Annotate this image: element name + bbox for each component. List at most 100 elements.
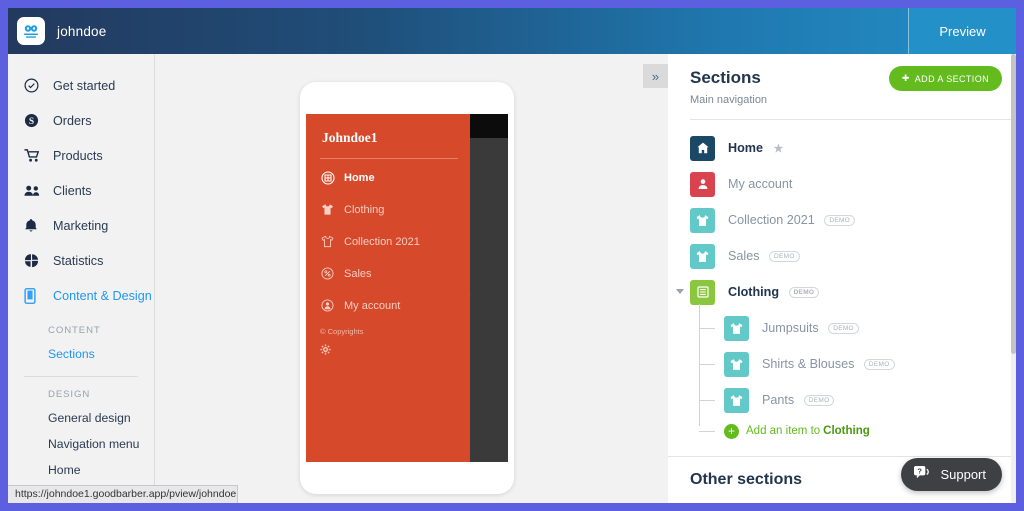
demo-badge: DEMO <box>863 359 895 370</box>
tree-branch-line <box>699 328 715 329</box>
default-section-star-icon: ★ <box>773 143 784 155</box>
demo-badge: DEMO <box>788 287 820 298</box>
sidebar-item-label: Content & Design <box>53 288 152 303</box>
app-frame: johndoe Preview Get started S Orders Pro… <box>8 8 1016 503</box>
phone-drawer-menu: Johndoe1 Home Clothing Collection 2021 S… <box>306 114 470 462</box>
svg-text:S: S <box>29 117 34 127</box>
drawer-item-label: Sales <box>344 267 372 280</box>
preview-button[interactable]: Preview <box>908 8 1016 54</box>
plus-circle-icon: + <box>724 423 739 439</box>
drawer-item-sales[interactable]: Sales <box>306 260 470 287</box>
demo-badge: DEMO <box>769 251 800 262</box>
drawer-item-collection-2021[interactable]: Collection 2021 <box>306 228 470 255</box>
support-label: Support <box>940 467 986 482</box>
sidebar-item-label: Products <box>53 148 103 163</box>
collapse-triangle-icon[interactable] <box>676 289 684 294</box>
sidebar-subitem-navigation-menu[interactable]: Navigation menu <box>8 431 154 457</box>
browser-status-url: https://johndoe1.goodbarber.app/pview/jo… <box>8 485 238 503</box>
sidebar-subitem-home[interactable]: Home <box>8 457 154 483</box>
shopping-cart-icon <box>24 148 44 163</box>
sidebar-item-marketing[interactable]: Marketing <box>8 208 154 243</box>
clothing-children: Jumpsuits DEMO Shirts & Blouses DEMO Pan… <box>690 304 1016 444</box>
sidebar-divider <box>24 376 138 377</box>
sidebar-item-orders[interactable]: S Orders <box>8 103 154 138</box>
left-sidebar: Get started S Orders Products Clients Ma… <box>8 54 155 503</box>
add-item-to-clothing-link[interactable]: + Add an item to Clothing <box>699 418 1016 444</box>
sidebar-group-heading-design: DESIGN <box>48 389 91 400</box>
tshirt-filled-icon <box>320 202 335 217</box>
demo-badge: DEMO <box>824 215 856 226</box>
tshirt-icon <box>724 387 749 413</box>
tree-branch-line <box>699 431 715 432</box>
chat-question-icon: ? <box>913 465 932 485</box>
preview-area: 1 Johndoe1 Home Clothing <box>155 54 643 503</box>
add-section-label: ADD A SECTION <box>914 73 989 84</box>
drawer-item-label: Home <box>344 171 375 184</box>
tshirt-icon <box>724 351 749 377</box>
brand-name: johndoe <box>57 23 107 39</box>
section-label: Clothing DEMO <box>728 285 820 299</box>
sidebar-item-products[interactable]: Products <box>8 138 154 173</box>
drawer-item-home[interactable]: Home <box>306 164 470 191</box>
drawer-item-my-account[interactable]: My account <box>306 292 470 319</box>
section-row-pants[interactable]: Pants DEMO <box>699 382 1016 418</box>
drawer-item-clothing[interactable]: Clothing <box>306 196 470 223</box>
panel-collapse-button[interactable]: » <box>643 64 668 88</box>
sidebar-item-label: Get started <box>53 78 116 93</box>
home-icon <box>690 135 715 161</box>
drawer-item-label: Clothing <box>344 203 385 216</box>
tree-branch-line <box>699 364 715 365</box>
sidebar-item-statistics[interactable]: Statistics <box>8 243 154 278</box>
section-row-collection-2021[interactable]: Collection 2021 DEMO <box>690 202 1016 238</box>
list-icon <box>690 279 715 305</box>
section-row-sales[interactable]: Sales DEMO <box>690 238 1016 274</box>
sidebar-subitem-general-design[interactable]: General design <box>8 405 154 431</box>
page-subtitle: Main navigation <box>690 94 768 106</box>
sidebar-group-heading-content: CONTENT <box>48 325 101 336</box>
user-icon <box>690 171 715 197</box>
percent-circle-icon <box>320 266 335 281</box>
section-row-clothing[interactable]: Clothing DEMO <box>676 274 1016 310</box>
pie-chart-icon <box>24 253 44 268</box>
add-item-label: Add an item to <box>746 425 821 437</box>
section-row-jumpsuits[interactable]: Jumpsuits DEMO <box>699 310 1016 346</box>
sidebar-item-get-started[interactable]: Get started <box>8 68 154 103</box>
drawer-title: Johndoe1 <box>322 130 378 145</box>
bell-icon <box>24 218 44 233</box>
section-row-my-account[interactable]: My account <box>690 166 1016 202</box>
gear-icon[interactable] <box>306 342 470 360</box>
sidebar-subitem-sections[interactable]: Sections <box>8 341 154 367</box>
sidebar-item-label: Orders <box>53 113 92 128</box>
add-item-target: Clothing <box>823 425 870 437</box>
sections-panel: Sections Main navigation ✚ ADD A SECTION… <box>668 54 1016 503</box>
tshirt-icon <box>724 315 749 341</box>
sidebar-item-label: Marketing <box>53 218 109 233</box>
sidebar-item-label: Statistics <box>53 253 104 268</box>
svg-text:?: ? <box>918 466 923 475</box>
tshirt-icon <box>690 207 715 233</box>
section-label: Pants DEMO <box>762 393 835 407</box>
user-circle-icon <box>320 298 335 313</box>
sidebar-item-clients[interactable]: Clients <box>8 173 154 208</box>
mobile-phone-icon <box>24 287 44 304</box>
home-circle-icon <box>320 170 335 185</box>
section-label: Jumpsuits DEMO <box>762 321 859 335</box>
section-row-shirts-and-blouses[interactable]: Shirts & Blouses DEMO <box>699 346 1016 382</box>
sidebar-item-content-and-design[interactable]: Content & Design <box>8 278 154 313</box>
dollar-circle-icon: S <box>24 113 44 128</box>
add-a-section-button[interactable]: ✚ ADD A SECTION <box>888 66 1002 91</box>
section-label: My account <box>728 177 793 191</box>
tshirt-icon <box>690 243 715 269</box>
support-button[interactable]: ? Support <box>901 458 1002 491</box>
drawer-item-label: My account <box>344 299 401 312</box>
section-row-home[interactable]: Home ★ <box>690 130 1016 166</box>
section-label: Sales DEMO <box>728 249 800 263</box>
check-circle-icon <box>24 78 44 93</box>
section-label: Home ★ <box>728 141 784 155</box>
section-label: Shirts & Blouses DEMO <box>762 357 895 371</box>
plus-icon: ✚ <box>901 73 910 83</box>
drawer-copyright: © Copyrights <box>320 327 364 336</box>
tree-vertical-line <box>699 304 700 426</box>
goodbarber-logo-icon[interactable] <box>17 17 45 45</box>
tshirt-outline-icon <box>320 234 335 249</box>
